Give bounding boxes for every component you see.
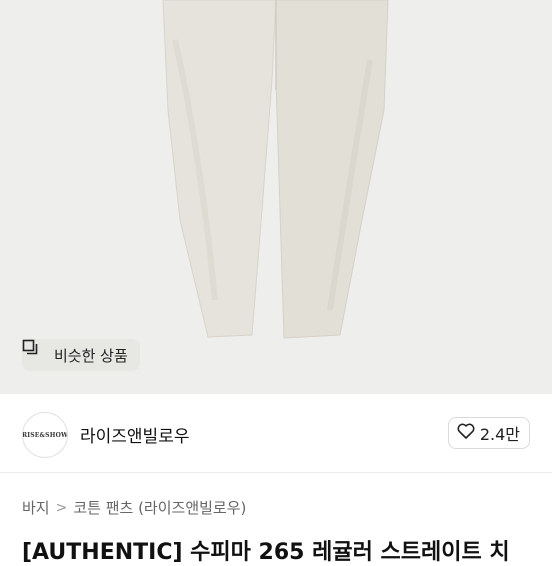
pants-illustration [162,0,389,339]
heart-icon [457,423,475,443]
breadcrumb-category[interactable]: 바지 [22,497,50,518]
like-button[interactable]: 2.4만 [447,417,530,449]
avatar-logo-text: RISE&SHOW [22,431,68,439]
seller-avatar[interactable]: RISE&SHOW [22,412,68,458]
product-title: [AUTHENTIC] 수피마 265 레귤러 스트레이트 치 [22,540,510,565]
breadcrumb: 바지 > 코튼 팬츠 (라이즈앤빌로우) [22,497,246,518]
breadcrumb-separator: > [55,499,68,516]
like-count: 2.4만 [479,425,520,444]
product-image[interactable]: 비슷한 상품 [0,0,552,394]
seller-row[interactable]: RISE&SHOW 라이즈앤빌로우 2.4만 [0,394,552,473]
copy-icon [22,339,48,363]
similar-items-button[interactable]: 비슷한 상품 [22,339,140,371]
similar-items-label: 비슷한 상품 [54,346,128,365]
seller-name[interactable]: 라이즈앤빌로우 [80,422,189,447]
breadcrumb-subcategory[interactable]: 코튼 팬츠 (라이즈앤빌로우) [73,497,246,518]
